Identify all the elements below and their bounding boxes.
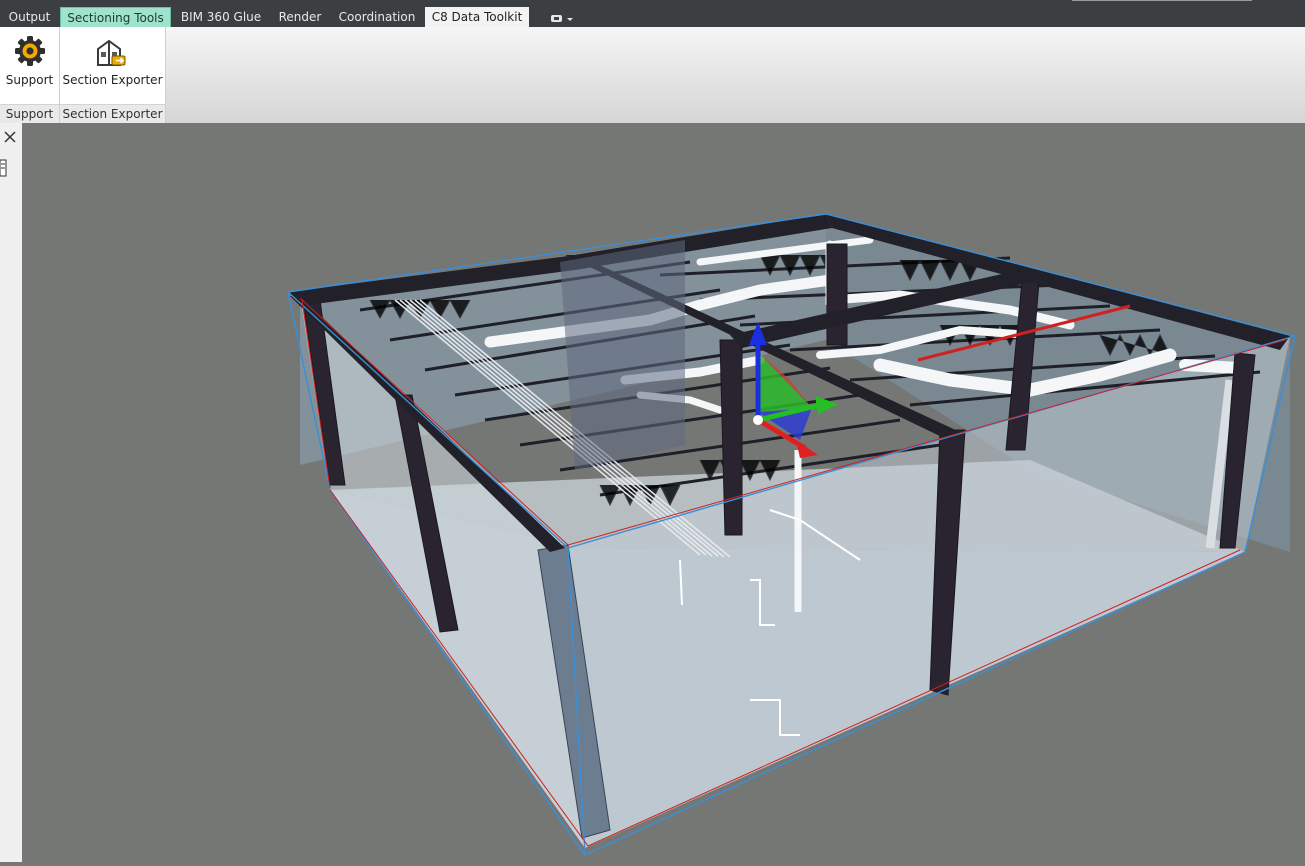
section-exporter-panel-title: Section Exporter <box>60 104 165 123</box>
support-button-label: Support <box>5 73 54 87</box>
tab-sectioning-tools[interactable]: Sectioning Tools <box>60 7 171 27</box>
section-export-icon <box>95 37 129 70</box>
section-exporter-button-label: Section Exporter <box>62 73 163 87</box>
left-dock-strip <box>0 123 23 862</box>
tab-bim-360-glue[interactable]: BIM 360 Glue <box>175 7 267 27</box>
dropdown-icon[interactable] <box>548 11 576 25</box>
close-icon[interactable] <box>3 129 17 148</box>
panel-icon[interactable] <box>0 159 8 183</box>
model-view <box>287 213 1296 856</box>
ribbon-tab-bar: Output Sectioning Tools BIM 360 Glue Ren… <box>0 0 1305 27</box>
support-panel: Support Support <box>0 27 60 123</box>
gear-icon <box>14 35 46 70</box>
title-divider <box>1072 0 1252 1</box>
3d-viewport[interactable] <box>22 123 1305 862</box>
partition-wall <box>560 240 685 470</box>
section-exporter-panel: Section Exporter Section Exporter <box>60 27 166 123</box>
ribbon: Support Support Section Exporter Section… <box>0 27 1305 124</box>
support-button[interactable]: Support <box>0 31 59 97</box>
tab-output[interactable]: Output <box>0 7 59 27</box>
tab-c8-data-toolkit[interactable]: C8 Data Toolkit <box>425 7 529 27</box>
section-exporter-button[interactable]: Section Exporter <box>60 31 165 97</box>
tab-render[interactable]: Render <box>270 7 330 27</box>
support-panel-title: Support <box>0 104 59 123</box>
tab-coordination[interactable]: Coordination <box>333 7 421 27</box>
